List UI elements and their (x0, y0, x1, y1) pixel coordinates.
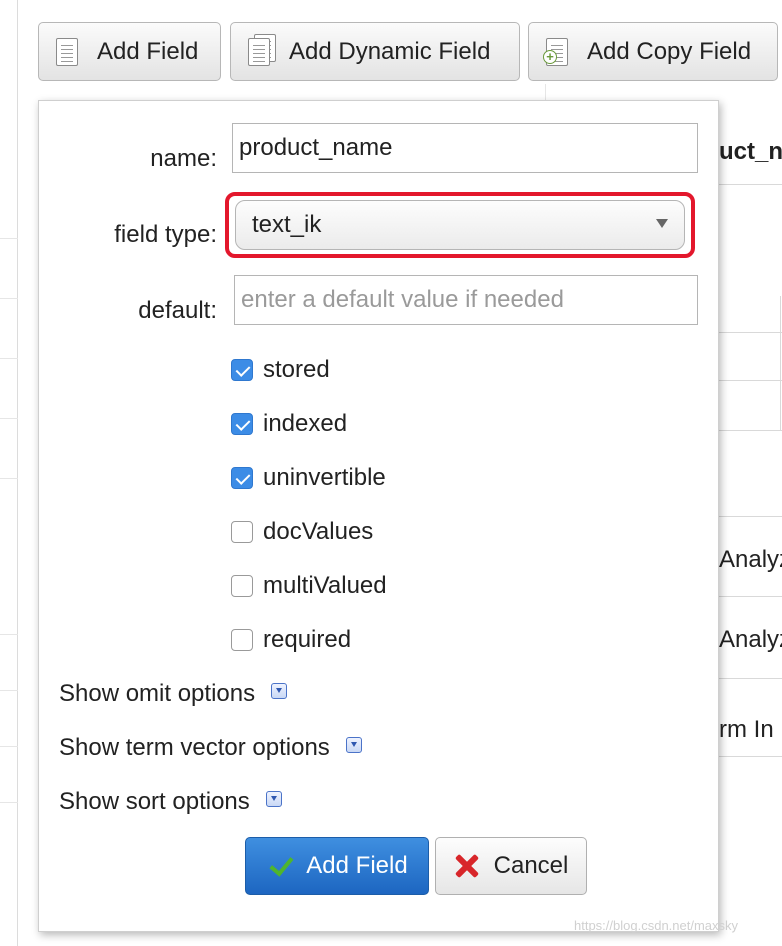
checkmark-icon (266, 853, 294, 879)
cancel-button[interactable]: Cancel (435, 837, 587, 895)
field-type-value: text_ik (252, 211, 322, 238)
field-type-label: field type: (114, 221, 217, 248)
expand-icon[interactable] (271, 683, 288, 699)
background-field-name: uct_na (719, 138, 782, 165)
required-checkbox[interactable] (231, 629, 253, 651)
docvalues-checkbox-row[interactable]: docValues (231, 517, 373, 547)
multivalued-label: multiValued (263, 572, 387, 599)
show-sort-options-label: Show sort options (59, 788, 250, 815)
add-field-toolbar-button[interactable]: Add Field (38, 22, 221, 81)
show-term-vector-options-toggle[interactable]: Show term vector options (59, 733, 362, 763)
watermark: https://blog.csdn.net/maxsky (574, 918, 739, 933)
close-icon (454, 853, 480, 879)
show-omit-options-label: Show omit options (59, 680, 256, 707)
required-checkbox-row[interactable]: required (231, 625, 351, 655)
add-copy-field-button[interactable]: + Add Copy Field (528, 22, 778, 81)
uninvertible-checkbox[interactable] (231, 467, 253, 489)
name-input[interactable] (232, 123, 698, 173)
stored-label: stored (263, 356, 330, 383)
add-copy-field-label: Add Copy Field (587, 37, 752, 65)
add-dynamic-field-label: Add Dynamic Field (289, 37, 491, 65)
uninvertible-label: uninvertible (263, 464, 386, 491)
documents-stack-icon (245, 33, 276, 68)
add-field-dialog: name: field type: text_ik default: store… (38, 100, 719, 932)
docvalues-label: docValues (263, 518, 374, 545)
field-type-highlight: text_ik (225, 192, 695, 258)
expand-icon[interactable] (345, 737, 362, 753)
copy-document-icon: + (543, 36, 571, 68)
stored-checkbox[interactable] (231, 359, 253, 381)
name-label: name: (150, 145, 217, 172)
cancel-label: Cancel (493, 852, 569, 879)
stored-checkbox-row[interactable]: stored (231, 355, 330, 385)
default-input[interactable] (234, 275, 698, 325)
expand-icon[interactable] (265, 791, 282, 807)
add-field-submit-button[interactable]: Add Field (245, 837, 429, 895)
multivalued-checkbox[interactable] (231, 575, 253, 597)
show-sort-options-toggle[interactable]: Show sort options (59, 787, 282, 817)
uninvertible-checkbox-row[interactable]: uninvertible (231, 463, 386, 493)
default-label: default: (138, 297, 217, 324)
field-type-select[interactable]: text_ik (235, 200, 685, 250)
background-analyzer-2: Analyz (719, 626, 782, 653)
background-analyzer-1: Analyz (719, 546, 782, 573)
indexed-label: indexed (263, 410, 348, 437)
background-term-info: rm In (719, 716, 774, 743)
indexed-checkbox[interactable] (231, 413, 253, 435)
add-field-toolbar-label: Add Field (97, 37, 199, 65)
show-term-vector-options-label: Show term vector options (59, 734, 330, 761)
add-dynamic-field-button[interactable]: Add Dynamic Field (230, 22, 520, 81)
indexed-checkbox-row[interactable]: indexed (231, 409, 347, 439)
add-field-submit-label: Add Field (306, 852, 408, 879)
required-label: required (263, 626, 352, 653)
background-right-panel (718, 100, 782, 780)
dropdown-caret-icon (656, 219, 668, 228)
docvalues-checkbox[interactable] (231, 521, 253, 543)
background-left-panel (0, 0, 18, 946)
show-omit-options-toggle[interactable]: Show omit options (59, 679, 288, 709)
document-icon (53, 36, 81, 68)
multivalued-checkbox-row[interactable]: multiValued (231, 571, 387, 601)
